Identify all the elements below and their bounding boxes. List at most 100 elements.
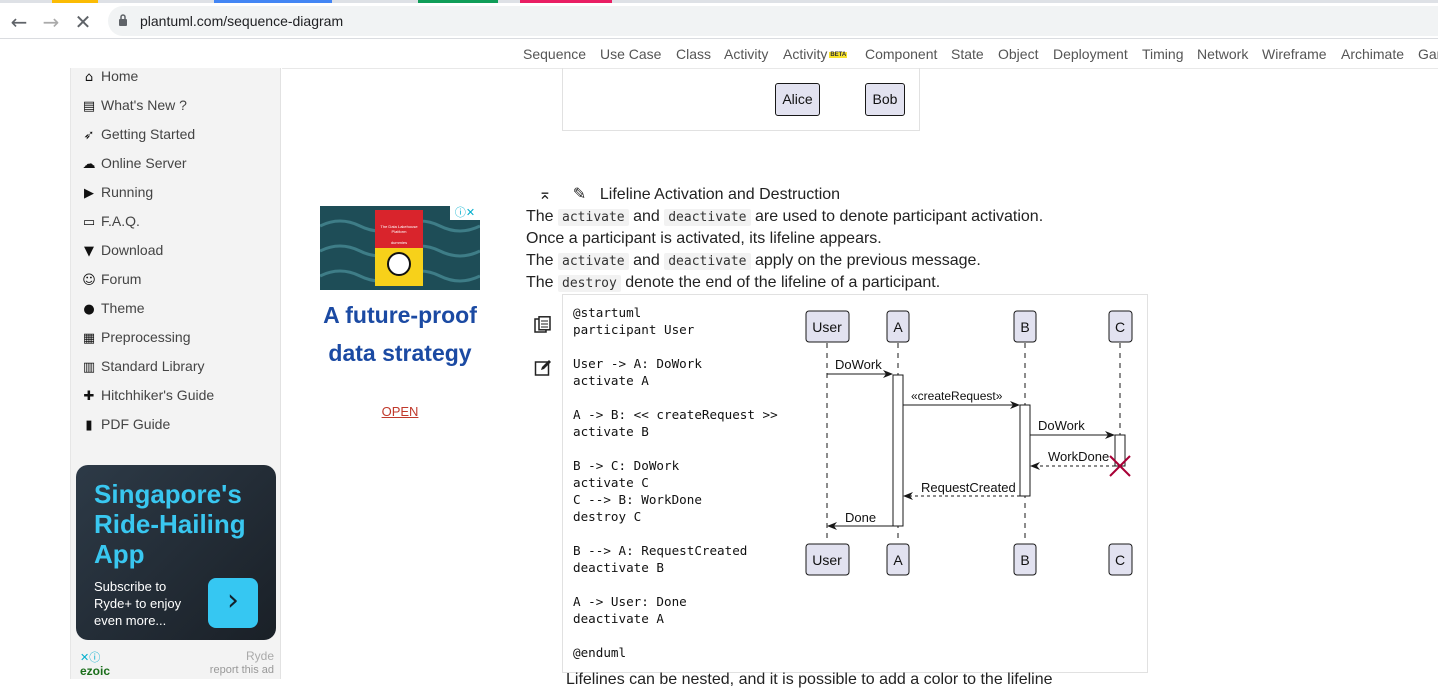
participant-label: B <box>1020 319 1029 335</box>
participant-label: A <box>893 319 903 335</box>
library-icon: ▥ <box>82 360 96 375</box>
forward-arrow-icon[interactable]: → <box>38 9 64 35</box>
ad-headline: A future-proof data strategy <box>320 296 480 372</box>
participant-label: A <box>893 552 903 568</box>
document-icon: ▤ <box>82 99 96 114</box>
participant-label: C <box>1115 552 1125 568</box>
sidebar-item-standard-library[interactable]: ▥ Standard Library <box>81 358 205 380</box>
ad-brand: Ryde <box>245 649 274 663</box>
sidebar-item-label: Forum <box>101 271 142 287</box>
url-text: plantuml.com/sequence-diagram <box>140 13 344 29</box>
participant-label: User <box>812 552 842 568</box>
edit-icon[interactable]: ✎ <box>569 184 589 203</box>
diagram-type-nav: Sequence Use Case Class Activity Activit… <box>0 44 1438 66</box>
chat-icon: ▭ <box>82 215 96 230</box>
message-label: DoWork <box>835 357 882 372</box>
nav-state[interactable]: State <box>951 46 984 62</box>
ad-headline-line2: data strategy <box>328 340 472 366</box>
edit-code-icon[interactable] <box>534 359 552 377</box>
data-strategy-ad[interactable]: The Data Lakehouse Platform dummies ⓘ✕ A… <box>320 206 480 436</box>
participant-box: Alice <box>775 83 820 116</box>
ad-footer: ✕ⓘ Ryde ezoic report this ad <box>76 647 276 679</box>
sidebar-item-preprocessing[interactable]: ▦ Preprocessing <box>81 329 191 351</box>
people-icon: ☺ <box>82 273 96 288</box>
address-bar[interactable]: plantuml.com/sequence-diagram <box>108 6 1438 36</box>
sidebar-item-label: Preprocessing <box>101 329 191 345</box>
sidebar-item-download[interactable]: ▼ Download <box>81 242 163 264</box>
ad-close-icon[interactable]: ✕ⓘ <box>80 649 100 665</box>
ad-open-link[interactable]: OPEN <box>320 404 480 419</box>
text-fragment: and <box>628 252 665 269</box>
sidebar-item-pdf-guide[interactable]: ▮ PDF Guide <box>81 416 170 438</box>
sidebar-item-home[interactable]: ⌂ Home <box>81 68 139 90</box>
back-arrow-icon[interactable]: ← <box>6 9 32 35</box>
dummies-face-icon <box>387 252 411 276</box>
nav-gantt[interactable]: Gan <box>1418 46 1438 62</box>
copy-icon[interactable] <box>534 316 552 334</box>
home-icon: ⌂ <box>84 70 94 85</box>
nav-activity-beta[interactable]: Activity BETA <box>783 46 848 62</box>
stop-loading-icon[interactable]: ✕ <box>70 9 96 35</box>
ryde-ad[interactable]: Singapore's Ride-Hailing App Subscribe t… <box>76 465 276 640</box>
sidebar-item-getting-started[interactable]: ➶ Getting Started <box>81 126 196 148</box>
download-basket-icon: ▼ <box>84 244 94 259</box>
sidebar-item-label: Theme <box>101 300 145 316</box>
activation-bar-a <box>892 374 904 527</box>
sidebar-item-label: Home <box>101 68 139 84</box>
nav-activity-beta-label: Activity <box>783 46 828 62</box>
ad-choices-icon[interactable]: ⓘ✕ <box>450 206 480 220</box>
nav-deployment[interactable]: Deployment <box>1053 46 1128 62</box>
sidebar-item-whats-new[interactable]: ▤ What's New ? <box>81 97 187 119</box>
play-icon: ▶ <box>84 186 94 201</box>
sidebar-item-hitchhikers-guide[interactable]: ✚ Hitchhiker's Guide <box>81 387 215 409</box>
nav-sequence[interactable]: Sequence <box>523 46 586 62</box>
description-line-3: The activate and deactivate apply on the… <box>526 252 981 270</box>
cloud-icon: ☁ <box>82 157 96 172</box>
nav-network[interactable]: Network <box>1197 46 1248 62</box>
beta-badge: BETA <box>829 52 848 59</box>
book-cover: The Data Lakehouse Platform dummies <box>375 210 423 286</box>
text-fragment: The <box>526 208 559 225</box>
inline-code: deactivate <box>664 209 751 226</box>
nav-activity[interactable]: Activity <box>724 46 768 62</box>
palette-icon: ● <box>83 302 95 317</box>
sidebar-item-theme[interactable]: ● Theme <box>81 300 145 322</box>
ad-image: The Data Lakehouse Platform dummies ⓘ✕ <box>320 206 480 290</box>
participant-label: B <box>1020 552 1029 568</box>
sidebar-item-label: Online Server <box>101 155 187 171</box>
plantuml-source[interactable]: @startuml participant User User -> A: Do… <box>573 304 778 661</box>
sidebar-item-running[interactable]: ▶ Running <box>81 184 153 206</box>
nav-archimate[interactable]: Archimate <box>1341 46 1404 62</box>
signpost-icon: ✚ <box>83 389 95 404</box>
sidebar-item-label: Hitchhiker's Guide <box>101 387 215 403</box>
book-title: The Data Lakehouse Platform <box>380 224 418 234</box>
text-fragment: apply on the previous message. <box>750 252 981 269</box>
nav-class[interactable]: Class <box>676 46 711 62</box>
ezoic-logo: ezoic <box>80 664 111 678</box>
nav-use-case[interactable]: Use Case <box>600 46 661 62</box>
nav-wireframe[interactable]: Wireframe <box>1262 46 1327 62</box>
sidebar-item-faq[interactable]: ▭ F.A.Q. <box>81 213 140 235</box>
nav-timing[interactable]: Timing <box>1142 46 1184 62</box>
message-label: «createRequest» <box>911 389 1003 403</box>
nav-component[interactable]: Component <box>865 46 937 62</box>
activation-bar-b <box>1019 404 1031 497</box>
ad-subtext: Subscribe to Ryde+ to enjoy even more... <box>94 579 182 628</box>
message-label: RequestCreated <box>921 480 1016 495</box>
ad-headline: Singapore's Ride-Hailing App <box>94 479 246 569</box>
sidebar-item-label: PDF Guide <box>101 416 171 432</box>
participant-label: User <box>812 319 842 335</box>
book-brand: dummies <box>390 240 408 245</box>
nav-object[interactable]: Object <box>998 46 1038 62</box>
sequence-diagram[interactable]: User A B C User A B C DoWork «createRequ… <box>802 306 1142 582</box>
sidebar-item-forum[interactable]: ☺ Forum <box>81 271 141 293</box>
sidebar-item-label: Standard Library <box>101 358 205 374</box>
ad-headline-line1: A future-proof <box>323 302 477 328</box>
chevron-right-icon[interactable]: › <box>208 578 258 628</box>
participant-label: C <box>1115 319 1125 335</box>
sidebar-item-online-server[interactable]: ☁ Online Server <box>81 155 187 177</box>
report-ad-link[interactable]: report this ad <box>210 664 274 676</box>
sidebar-item-label: Getting Started <box>101 126 196 142</box>
chip-icon: ▦ <box>82 331 96 346</box>
collapse-icon[interactable]: ⌅ <box>535 184 555 203</box>
